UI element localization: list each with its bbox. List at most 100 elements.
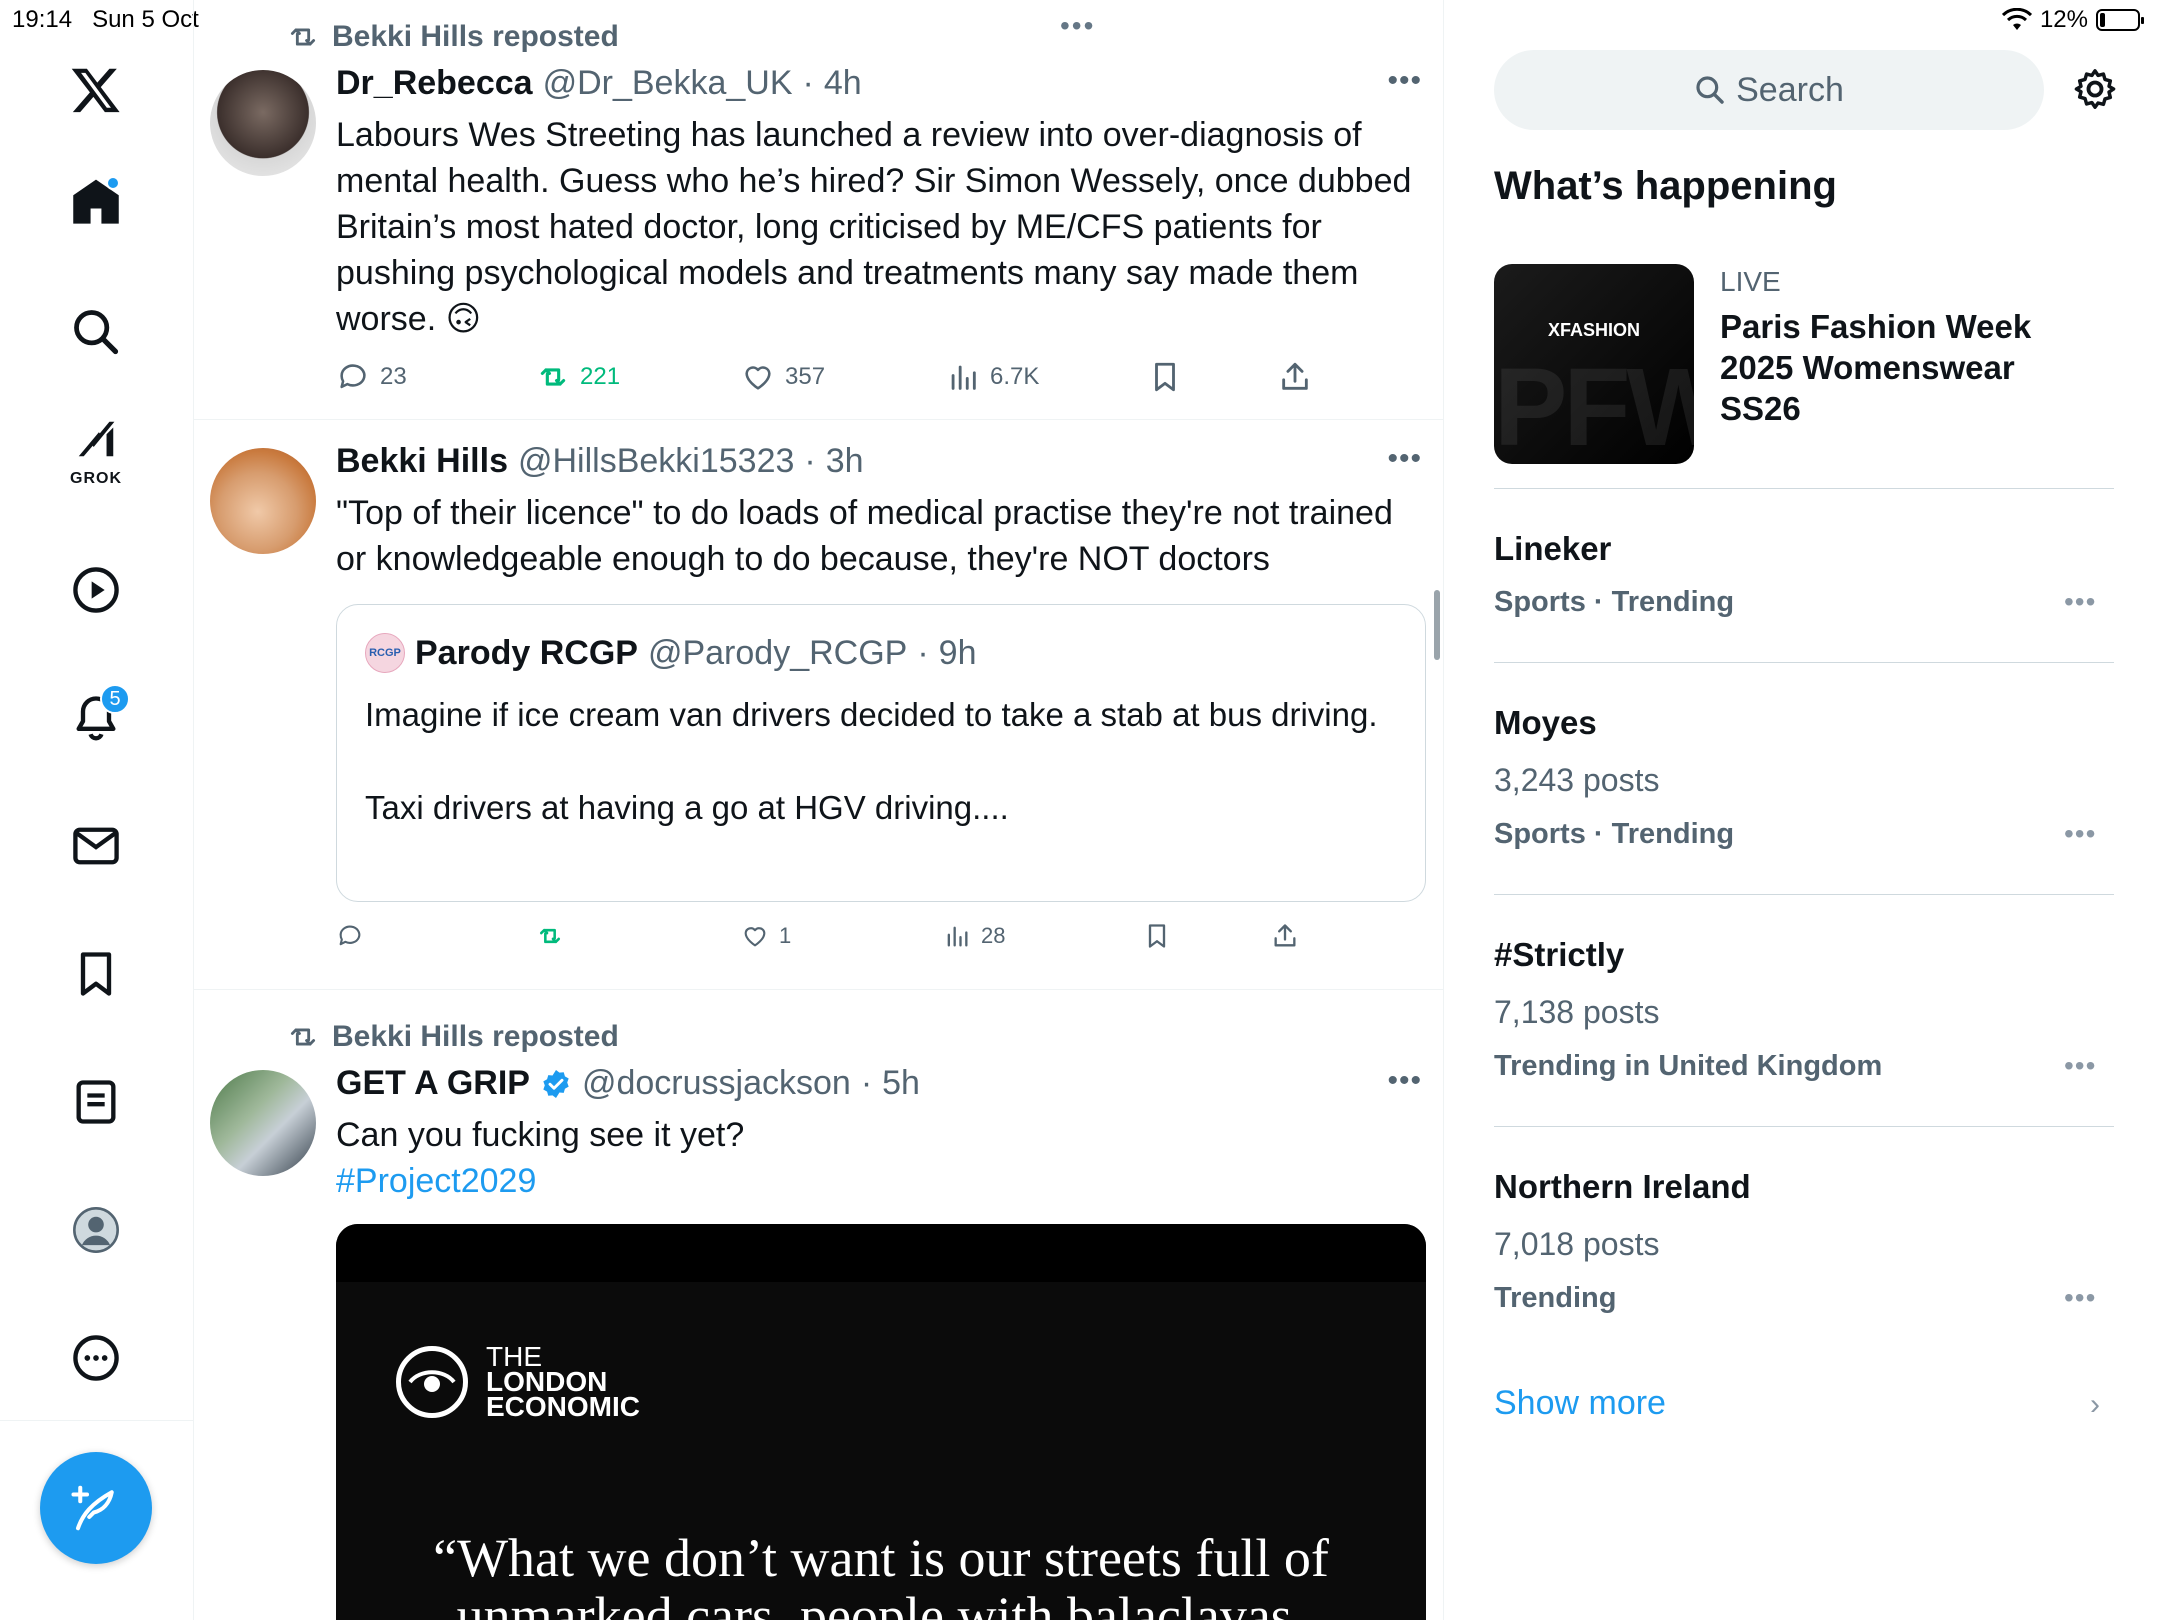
post-dr-rebecca[interactable]: Bekki Hills reposted Dr_Rebecca @Dr_Bekk… bbox=[194, 0, 1443, 420]
repost-count: 221 bbox=[580, 363, 621, 390]
share-button[interactable] bbox=[1278, 360, 1312, 394]
trend-category: Trending bbox=[1494, 1282, 1617, 1314]
repost-button[interactable] bbox=[536, 922, 741, 950]
post-get-a-grip[interactable]: Bekki Hills reposted GET A GRIP @docruss… bbox=[194, 990, 1443, 1620]
quote-handle: @Parody_RCGP bbox=[647, 633, 908, 672]
sidebar-nav: GROK 5 bbox=[0, 0, 194, 1620]
repost-indicator: Bekki Hills reposted bbox=[286, 20, 619, 54]
post-actions: 1 28 bbox=[336, 922, 1336, 950]
compose-quill-icon bbox=[71, 1485, 114, 1531]
post-header: Dr_Rebecca @Dr_Bekka_UK · 4h bbox=[336, 64, 862, 103]
handle[interactable]: @HillsBekki15323 bbox=[518, 442, 794, 481]
quote-avatar: RCGP bbox=[365, 633, 405, 673]
video-icon[interactable] bbox=[60, 554, 132, 626]
post-bekki-hills[interactable]: Bekki Hills @HillsBekki15323 · 3h ••• "T… bbox=[194, 420, 1443, 990]
profile-avatar-icon[interactable] bbox=[60, 1194, 132, 1266]
search-nav-icon[interactable] bbox=[60, 296, 132, 368]
post-time[interactable]: 3h bbox=[826, 442, 864, 481]
quote-text: Imagine if ice cream van drivers decided… bbox=[365, 691, 1385, 831]
repost-by-label: Bekki Hills reposted bbox=[332, 20, 619, 53]
hashtag-link[interactable]: #Project2029 bbox=[336, 1158, 1416, 1204]
reply-count: 23 bbox=[380, 363, 407, 390]
quote-header: RCGP Parody RCGP @Parody_RCGP · 9h bbox=[365, 633, 977, 673]
sidebar-divider bbox=[0, 1420, 194, 1421]
live-event-title[interactable]: Paris Fashion Week 2025 Womenswear SS26 bbox=[1720, 306, 2080, 429]
handle[interactable]: @docrussjackson bbox=[582, 1064, 851, 1103]
show-more-link[interactable]: Show more bbox=[1494, 1384, 1666, 1423]
repost-icon bbox=[540, 368, 566, 386]
quote-display-name: Parody RCGP bbox=[415, 633, 638, 672]
grok-icon[interactable]: GROK bbox=[60, 414, 132, 487]
timeline[interactable]: Bekki Hills reposted Dr_Rebecca @Dr_Bekk… bbox=[194, 0, 1444, 1620]
post-time[interactable]: 4h bbox=[824, 64, 862, 103]
trend-divider bbox=[1494, 894, 2114, 895]
post-text: Can you fucking see it yet? #Project2029 bbox=[336, 1112, 1416, 1204]
repost-button[interactable]: 221 bbox=[536, 360, 741, 394]
handle[interactable]: @Dr_Bekka_UK bbox=[543, 64, 793, 103]
like-button[interactable]: 1 bbox=[741, 922, 943, 950]
media-quote-line-2: unmarked cars, people with balaclavas, bbox=[456, 1586, 1306, 1620]
share-icon bbox=[1274, 924, 1296, 947]
trend-title-northern-ireland[interactable]: Northern Ireland bbox=[1494, 1168, 1751, 1206]
notifications-badge: 5 bbox=[100, 684, 130, 714]
trend-title-lineker[interactable]: Lineker bbox=[1494, 530, 1611, 568]
post-text: Labours Wes Streeting has launched a rev… bbox=[336, 116, 1412, 338]
quote-time: 9h bbox=[938, 633, 977, 672]
post-media-image[interactable]: THE LONDON ECONOMIC “What we don’t want … bbox=[336, 1224, 1426, 1620]
display-name[interactable]: GET A GRIP bbox=[336, 1064, 530, 1103]
display-name[interactable]: Dr_Rebecca bbox=[336, 64, 533, 103]
media-top-bar bbox=[336, 1224, 1426, 1282]
trend-more-icon[interactable]: ••• bbox=[2064, 818, 2096, 850]
search-input[interactable]: Search bbox=[1494, 50, 2044, 130]
live-event-image[interactable]: PFW XFASHION bbox=[1494, 264, 1694, 464]
chevron-right-icon[interactable]: › bbox=[2090, 1388, 2100, 1422]
post-more-icon[interactable]: ••• bbox=[1387, 442, 1422, 476]
repost-by-label: Bekki Hills reposted bbox=[332, 1020, 619, 1053]
post-more-icon[interactable]: ••• bbox=[1387, 64, 1422, 98]
like-button[interactable]: 357 bbox=[741, 360, 946, 394]
post-header: GET A GRIP @docrussjackson · 5h bbox=[336, 1064, 920, 1103]
trend-divider bbox=[1494, 488, 2114, 489]
search-icon bbox=[1696, 76, 1724, 104]
reply-button[interactable]: 23 bbox=[336, 360, 536, 394]
post-text: "Top of their licence" to do loads of me… bbox=[336, 494, 1393, 578]
trend-category: Trending in United Kingdom bbox=[1494, 1050, 1883, 1082]
compose-post-button[interactable] bbox=[40, 1452, 152, 1564]
home-icon[interactable] bbox=[60, 166, 132, 238]
trend-more-icon[interactable]: ••• bbox=[2064, 1050, 2096, 1082]
live-label: LIVE bbox=[1720, 266, 1781, 297]
more-options-icon[interactable] bbox=[60, 1322, 132, 1394]
bookmark-button[interactable] bbox=[1148, 360, 1278, 394]
quoted-post[interactable]: RCGP Parody RCGP @Parody_RCGP · 9h Imagi… bbox=[336, 604, 1426, 902]
post-more-icon[interactable]: ••• bbox=[1387, 1064, 1422, 1098]
trend-divider bbox=[1494, 1126, 2114, 1127]
settings-gear-icon[interactable] bbox=[2072, 66, 2118, 112]
trend-title-strictly[interactable]: #Strictly bbox=[1494, 936, 1624, 974]
views-button[interactable]: 6.7K bbox=[946, 360, 1148, 394]
timeline-scrollbar[interactable] bbox=[1434, 590, 1440, 660]
x-logo-icon[interactable] bbox=[60, 54, 132, 126]
trend-more-icon[interactable]: ••• bbox=[2064, 586, 2096, 618]
share-icon bbox=[1282, 362, 1308, 390]
messages-icon[interactable] bbox=[60, 810, 132, 882]
media-quote-text: “What we don’t want is our streets full … bbox=[336, 1529, 1426, 1620]
share-button[interactable] bbox=[1271, 922, 1299, 950]
avatar[interactable] bbox=[210, 448, 316, 554]
lists-icon[interactable] bbox=[60, 1066, 132, 1138]
home-unread-dot bbox=[106, 176, 120, 190]
views-button[interactable]: 28 bbox=[943, 922, 1143, 950]
reply-icon bbox=[339, 925, 361, 946]
trend-more-icon[interactable]: ••• bbox=[2064, 1282, 2096, 1314]
right-column: Search What’s happening PFW XFASHION LIV… bbox=[1444, 0, 2160, 1620]
reply-button[interactable] bbox=[336, 922, 536, 950]
avatar[interactable] bbox=[210, 70, 316, 176]
views-chart-icon bbox=[947, 926, 968, 947]
bookmarks-icon[interactable] bbox=[60, 938, 132, 1010]
trend-post-count: 7,018 posts bbox=[1494, 1226, 1660, 1262]
display-name[interactable]: Bekki Hills bbox=[336, 442, 508, 481]
avatar[interactable] bbox=[210, 1070, 316, 1176]
notifications-icon[interactable]: 5 bbox=[60, 682, 132, 754]
bookmark-button[interactable] bbox=[1143, 922, 1271, 950]
trend-title-moyes[interactable]: Moyes bbox=[1494, 704, 1597, 742]
post-time[interactable]: 5h bbox=[882, 1064, 920, 1103]
